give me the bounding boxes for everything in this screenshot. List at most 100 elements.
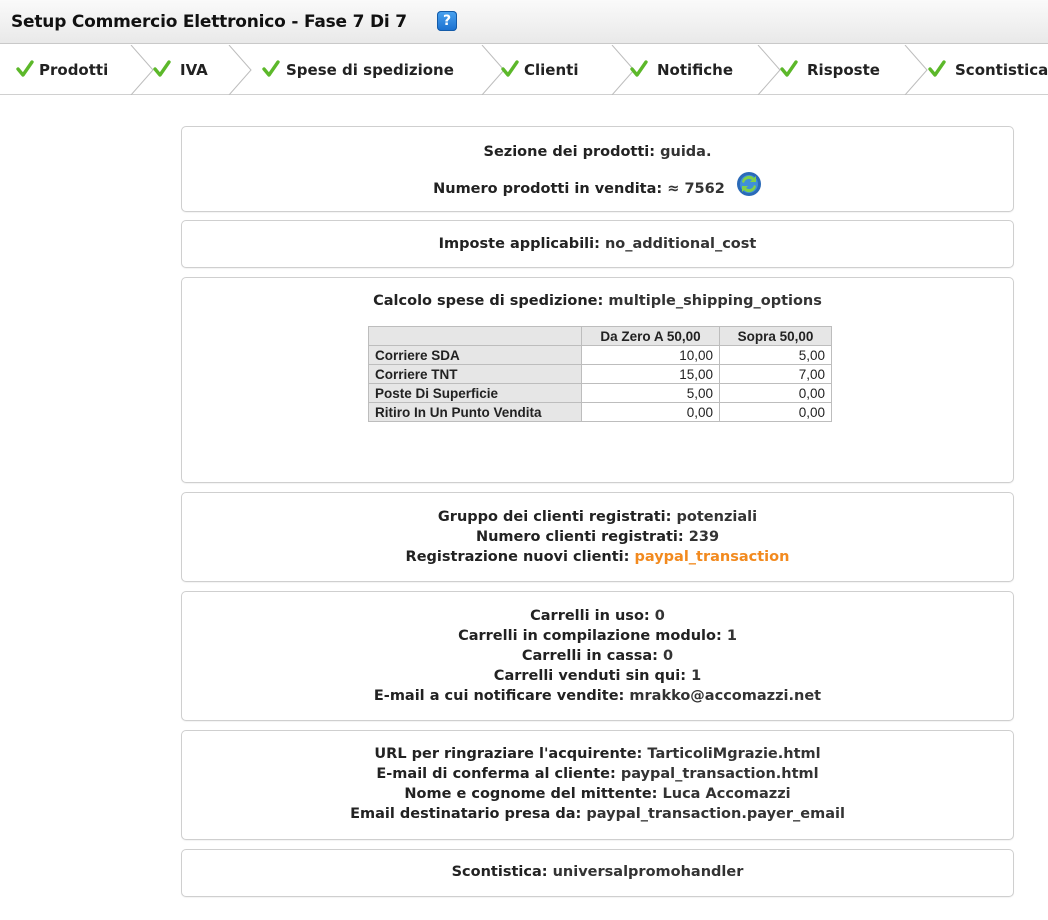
check-icon xyxy=(153,60,171,77)
refresh-icon[interactable] xyxy=(736,171,762,197)
destinatario-line: Email destinatario presa da: paypal_tran… xyxy=(182,806,1013,822)
url-ringraziamento-line: URL per ringraziare l'acquirente: Tartic… xyxy=(182,746,1013,762)
numero-prodotti-label: Numero prodotti in vendita: xyxy=(433,181,663,197)
table-row: Ritiro In Un Punto Vendita 0,00 0,00 xyxy=(368,402,832,422)
carrelli-uso-value: 0 xyxy=(654,608,665,624)
tab-risposte[interactable]: Risposte xyxy=(780,45,905,95)
tab-label: Notifiche xyxy=(657,61,734,79)
imposte-value: no_additional_cost xyxy=(604,236,757,252)
carrelli-venduti-label: Carrelli venduti sin qui: xyxy=(493,668,687,684)
table-cell: 5,00 xyxy=(581,383,720,403)
scontistica-line: Scontistica: universalpromohandler xyxy=(182,864,1013,880)
carrelli-uso-line: Carrelli in uso: 0 xyxy=(182,608,1013,624)
gruppo-clienti-value: potenziali xyxy=(676,509,758,525)
table-header-cell: Sopra 50,00 xyxy=(719,326,832,346)
check-icon xyxy=(780,60,798,77)
email-conferma-line: E-mail di conferma al cliente: paypal_tr… xyxy=(182,766,1013,782)
mittente-value: Luca Accomazzi xyxy=(662,786,791,802)
help-icon[interactable]: ? xyxy=(437,11,457,31)
numero-clienti-line: Numero clienti registrati: 239 xyxy=(182,529,1013,545)
sezione-prodotti-value: guida. xyxy=(660,144,712,160)
sezione-prodotti-line: Sezione dei prodotti: guida. xyxy=(182,144,1013,160)
numero-clienti-value: 239 xyxy=(688,529,720,545)
carrelli-cassa-line: Carrelli in cassa: 0 xyxy=(182,648,1013,664)
table-row: Corriere SDA 10,00 5,00 xyxy=(368,345,832,365)
shipping-table: Da Zero A 50,00 Sopra 50,00 Corriere SDA… xyxy=(368,326,832,422)
carrelli-cassa-value: 0 xyxy=(663,648,674,664)
numero-prodotti-line: Numero prodotti in vendita: ≈ 7562 xyxy=(182,171,1013,197)
table-cell: 5,00 xyxy=(719,345,832,365)
calcolo-spese-label: Calcolo spese di spedizione: xyxy=(373,293,604,309)
card-spedizione: Calcolo spese di spedizione: multiple_sh… xyxy=(181,277,1014,483)
scontistica-label: Scontistica: xyxy=(451,864,548,880)
destinatario-label: Email destinatario presa da: xyxy=(350,806,582,822)
table-cell: 15,00 xyxy=(581,364,720,384)
tab-scontistica[interactable]: Scontistica xyxy=(928,45,1048,95)
row-header: Corriere SDA xyxy=(368,345,582,365)
table-row: Poste Di Superficie 5,00 0,00 xyxy=(368,383,832,403)
page-title: Setup Commercio Elettronico - Fase 7 Di … xyxy=(11,12,407,32)
email-notifica-value: mrakko@accomazzi.net xyxy=(629,688,822,704)
registrazione-link[interactable]: paypal_transaction xyxy=(635,549,790,565)
registrazione-label: Registrazione nuovi clienti: xyxy=(405,549,630,565)
table-cell: 10,00 xyxy=(581,345,720,365)
tab-label: IVA xyxy=(180,61,208,79)
carrelli-compilazione-line: Carrelli in compilazione modulo: 1 xyxy=(182,628,1013,644)
tab-clienti[interactable]: Clienti xyxy=(498,45,612,95)
mittente-line: Nome e cognome del mittente: Luca Accoma… xyxy=(182,786,1013,802)
check-icon xyxy=(501,60,519,77)
carrelli-compilazione-label: Carrelli in compilazione modulo: xyxy=(458,628,722,644)
carrelli-cassa-label: Carrelli in cassa: xyxy=(521,648,658,664)
url-ringraziamento-value: TarticoliMgrazie.html xyxy=(647,746,821,762)
email-notifica-label: E-mail a cui notificare vendite: xyxy=(373,688,625,704)
table-cell: 0,00 xyxy=(719,402,832,422)
email-notifica-line: E-mail a cui notificare vendite: mrakko@… xyxy=(182,688,1013,704)
table-header-cell: Da Zero A 50,00 xyxy=(581,326,720,346)
gruppo-clienti-label: Gruppo dei clienti registrati: xyxy=(437,509,672,525)
calcolo-spese-value: multiple_shipping_options xyxy=(608,293,822,309)
card-scontistica: Scontistica: universalpromohandler xyxy=(181,849,1014,897)
row-header: Ritiro In Un Punto Vendita xyxy=(368,402,582,422)
tab-prodotti[interactable]: Prodotti xyxy=(0,45,131,95)
carrelli-compilazione-value: 1 xyxy=(726,628,737,644)
carrelli-venduti-value: 1 xyxy=(691,668,702,684)
numero-prodotti-value: ≈ 7562 xyxy=(667,181,725,197)
email-conferma-value: paypal_transaction.html xyxy=(620,766,819,782)
carrelli-venduti-line: Carrelli venduti sin qui: 1 xyxy=(182,668,1013,684)
scontistica-value: universalpromohandler xyxy=(552,864,744,880)
url-ringraziamento-label: URL per ringraziare l'acquirente: xyxy=(374,746,643,762)
tab-label: Risposte xyxy=(807,61,880,79)
card-notifiche: Carrelli in uso: 0 Carrelli in compilazi… xyxy=(181,591,1014,721)
numero-clienti-label: Numero clienti registrati: xyxy=(475,529,684,545)
imposte-line: Imposte applicabili: no_additional_cost xyxy=(182,236,1013,252)
table-cell: 7,00 xyxy=(719,364,832,384)
check-icon xyxy=(262,60,280,77)
calcolo-spese-line: Calcolo spese di spedizione: multiple_sh… xyxy=(182,293,1013,309)
sezione-prodotti-label: Sezione dei prodotti: xyxy=(483,144,656,160)
table-row: Corriere TNT 15,00 7,00 xyxy=(368,364,832,384)
table-header-corner xyxy=(368,326,582,346)
tab-label: Clienti xyxy=(524,61,579,79)
destinatario-value: paypal_transaction.payer_email xyxy=(586,806,845,822)
wizard-steps: Prodotti IVA Spese di spedizione Clienti… xyxy=(0,45,1048,95)
tab-label: Scontistica xyxy=(955,61,1048,79)
email-conferma-label: E-mail di conferma al cliente: xyxy=(376,766,616,782)
card-prodotti: Sezione dei prodotti: guida. Numero prod… xyxy=(181,126,1014,212)
title-bar: Setup Commercio Elettronico - Fase 7 Di … xyxy=(0,0,1048,44)
row-header: Poste Di Superficie xyxy=(368,383,582,403)
check-icon xyxy=(16,60,34,77)
tab-label: Spese di spedizione xyxy=(286,61,454,79)
tab-iva[interactable]: IVA xyxy=(153,45,229,95)
check-icon xyxy=(928,60,946,77)
check-icon xyxy=(630,60,648,77)
card-clienti: Gruppo dei clienti registrati: potenzial… xyxy=(181,492,1014,582)
tab-spese-di-spedizione[interactable]: Spese di spedizione xyxy=(251,45,482,95)
carrelli-uso-label: Carrelli in uso: xyxy=(530,608,650,624)
table-header-row: Da Zero A 50,00 Sopra 50,00 xyxy=(368,326,832,346)
card-iva: Imposte applicabili: no_additional_cost xyxy=(181,220,1014,268)
card-risposte: URL per ringraziare l'acquirente: Tartic… xyxy=(181,730,1014,840)
tab-label: Prodotti xyxy=(39,61,109,79)
table-cell: 0,00 xyxy=(719,383,832,403)
tab-notifiche[interactable]: Notifiche xyxy=(630,45,758,95)
gruppo-clienti-line: Gruppo dei clienti registrati: potenzial… xyxy=(182,509,1013,525)
